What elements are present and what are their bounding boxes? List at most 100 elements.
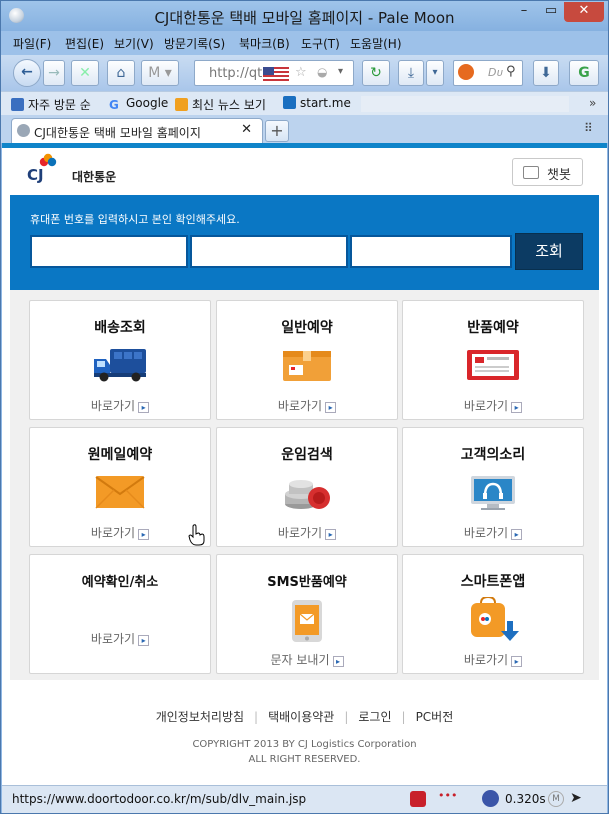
logo-company-name: 대한통운: [72, 170, 117, 184]
pocket-icon[interactable]: ◒: [317, 65, 327, 79]
footer-link-pc-version[interactable]: PC버전: [406, 710, 464, 724]
card-title: 스마트폰앱: [460, 574, 526, 590]
chatbot-button[interactable]: 챗봇: [512, 158, 583, 186]
menu-file[interactable]: 파일(F): [13, 35, 51, 52]
chatbot-label: 챗봇: [547, 168, 571, 183]
card-general-booking[interactable]: 일반예약 바로가기 ▸: [216, 300, 398, 420]
dropdown-icon[interactable]: ▾: [338, 66, 343, 77]
tab-bar: CJ대한통운 택배 모바일 홈페이지 ✕ + ⠿: [1, 115, 608, 143]
card-link[interactable]: 바로가기 ▸: [30, 524, 210, 541]
start-me-icon: [283, 96, 296, 109]
close-button[interactable]: ✕: [564, 2, 604, 22]
card-link[interactable]: 바로가기 ▸: [217, 397, 397, 414]
bookmark-most-visited[interactable]: 자주 방문 순: [11, 96, 91, 113]
copyright: COPYRIGHT 2013 BY CJ Logistics Corporati…: [2, 737, 607, 767]
title-bar: CJ대한통운 택배 모바일 홈페이지 - Pale Moon – ▭ ✕: [1, 1, 608, 31]
card-link[interactable]: 문자 보내기 ▸: [217, 651, 397, 668]
card-title: 고객의소리: [460, 447, 526, 463]
lookup-button[interactable]: 조회: [515, 233, 583, 270]
card-booking-confirm-cancel[interactable]: 예약확인/취소 바로가기 ▸: [29, 554, 211, 674]
phone-field-1[interactable]: [30, 235, 188, 268]
card-link[interactable]: 바로가기 ▸: [217, 524, 397, 541]
back-button[interactable]: ←: [13, 59, 41, 87]
card-one-mail-booking[interactable]: 원메일예약 바로가기 ▸: [29, 427, 211, 547]
blurred-region: [361, 96, 569, 112]
bookmark-latest-news[interactable]: 최신 뉴스 보기: [175, 96, 266, 113]
status-timing: 0.320s: [505, 792, 546, 806]
maximize-button[interactable]: ▭: [538, 2, 564, 22]
duckduckgo-icon: [458, 64, 474, 80]
download-icon[interactable]: ⤓: [398, 60, 424, 86]
bookmarks-overflow-icon[interactable]: »: [589, 96, 596, 110]
menu-tools[interactable]: 도구(T): [301, 35, 340, 52]
footer-link-login[interactable]: 로그인: [348, 710, 401, 724]
mobile-message-icon: [292, 600, 322, 642]
stop-button[interactable]: ✕: [71, 60, 99, 86]
search-placeholder: Dᴜ: [488, 66, 503, 79]
tab-cj-homepage[interactable]: CJ대한통운 택배 모바일 홈페이지 ✕: [11, 118, 263, 143]
star-icon[interactable]: ☆: [295, 65, 307, 80]
bookmarks-toolbar: 자주 방문 순 G Google 최신 뉴스 보기 start.me »: [1, 91, 608, 115]
card-smartphone-app[interactable]: 스마트폰앱 바로가기 ▸: [402, 554, 584, 674]
menu-history[interactable]: 방문기록(S): [164, 35, 225, 52]
card-title: 예약확인/취소: [81, 575, 159, 590]
speed-indicator-icon: [482, 790, 499, 807]
arrow-right-icon: ▸: [325, 402, 337, 413]
site-footer: 개인정보처리방침 | 택배이용약관 | 로그인 | PC버전 COPYRIGHT 2013 …: [2, 680, 607, 785]
menu-bookmarks[interactable]: 북마크(B): [239, 35, 290, 52]
status-bar: https://www.doortodoor.co.kr/m/sub/dlv_m…: [2, 785, 607, 813]
card-link[interactable]: 바로가기 ▸: [30, 630, 210, 647]
search-icon[interactable]: ⚲: [506, 64, 516, 79]
downloads-button[interactable]: ⬇: [533, 60, 559, 86]
bookmark-google[interactable]: G Google: [109, 96, 168, 112]
arrow-right-icon: ▸: [332, 656, 344, 667]
most-visited-icon: [11, 98, 24, 111]
navigation-toolbar: ← → ✕ ⌂ M ▾ http://qt ☆ ◒ ▾ ↻ ⤓ ▾ Dᴜ ⚲ ⬇…: [1, 55, 608, 91]
card-customer-voice[interactable]: 고객의소리 바로가기 ▸: [402, 427, 584, 547]
arrow-right-icon: ▸: [138, 402, 150, 413]
card-fare-search[interactable]: 운임검색 바로가기 ▸: [216, 427, 398, 547]
minimize-button[interactable]: –: [511, 2, 537, 22]
arrow-right-icon: ▸: [511, 656, 523, 667]
home-button[interactable]: ⌂: [107, 60, 135, 86]
tab-grid-icon[interactable]: ⠿: [584, 121, 593, 135]
tab-close-icon[interactable]: ✕: [241, 122, 252, 137]
phone-field-2[interactable]: [190, 235, 348, 268]
parcel-box-icon: [283, 351, 331, 381]
lookup-hint: 휴대폰 번호를 입력하시고 본인 확인해주세요.: [30, 213, 240, 226]
chat-bubble-icon: [523, 166, 539, 179]
footer-link-privacy[interactable]: 개인정보처리방침: [146, 710, 254, 724]
menu-view[interactable]: 보기(V): [114, 35, 154, 52]
forward-button[interactable]: →: [43, 60, 65, 86]
arrow-right-icon: ▸: [511, 529, 523, 540]
new-tab-button[interactable]: +: [265, 120, 289, 142]
arrow-right-icon: ▸: [138, 529, 150, 540]
url-bar[interactable]: http://qt ☆ ◒ ▾: [194, 60, 354, 86]
bookmark-start-me[interactable]: start.me: [283, 96, 351, 110]
us-flag-icon: [263, 67, 289, 81]
menu-help[interactable]: 도움말(H): [350, 35, 402, 52]
search-box[interactable]: Dᴜ ⚲: [453, 60, 523, 86]
menu-edit[interactable]: 편집(E): [65, 35, 104, 52]
card-link[interactable]: 바로가기 ▸: [403, 651, 583, 668]
phone-field-3[interactable]: [350, 235, 512, 268]
adblock-icon[interactable]: [410, 791, 426, 807]
reload-button[interactable]: ↻: [362, 60, 390, 86]
customer-voice-monitor-icon: [471, 476, 515, 510]
status-m-icon[interactable]: M: [548, 791, 564, 807]
download-menu-button[interactable]: ▾: [426, 60, 444, 86]
card-title: 배송조회: [94, 320, 146, 336]
card-link[interactable]: 바로가기 ▸: [403, 524, 583, 541]
card-delivery-tracking[interactable]: 배송조회 바로가기 ▸: [29, 300, 211, 420]
copyright-line-2: ALL RIGHT RESERVED.: [248, 754, 361, 765]
card-link[interactable]: 바로가기 ▸: [30, 397, 210, 414]
card-title: 운임검색: [281, 447, 333, 463]
app-download-icon: [471, 597, 519, 641]
extension-icon[interactable]: G: [569, 60, 599, 86]
footer-link-terms[interactable]: 택배이용약관: [258, 710, 344, 724]
card-return-booking[interactable]: 반품예약 바로가기 ▸: [402, 300, 584, 420]
card-sms-return-booking[interactable]: SMS반품예약 문자 보내기 ▸: [216, 554, 398, 674]
site-identity-button[interactable]: M ▾: [141, 60, 179, 86]
card-link[interactable]: 바로가기 ▸: [403, 397, 583, 414]
dots-icon: •••: [438, 789, 458, 802]
